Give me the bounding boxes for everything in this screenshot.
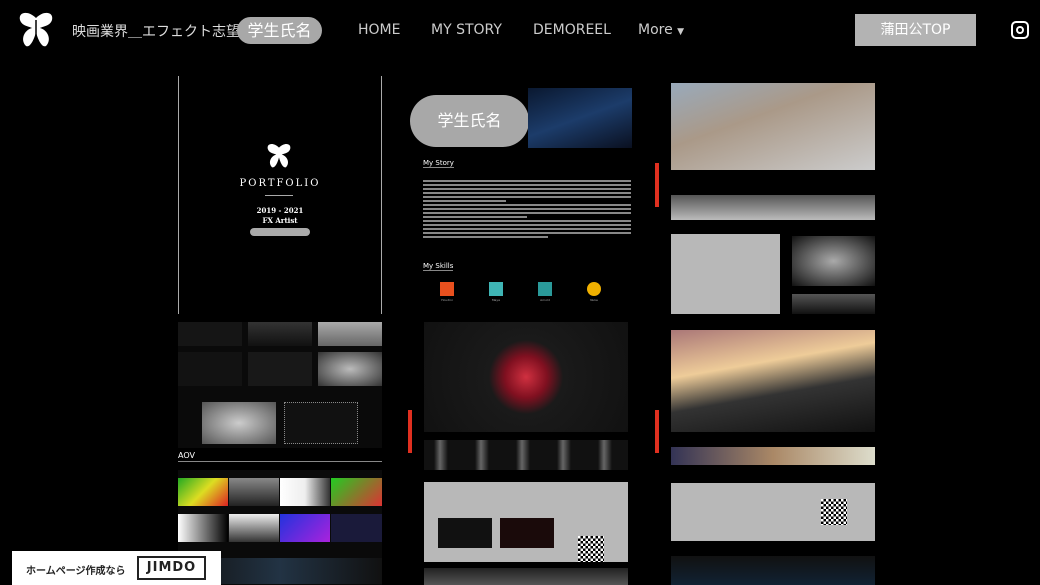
fx-thumbnail-grid xyxy=(178,322,382,448)
particle-render xyxy=(792,236,875,286)
nav-home[interactable]: HOME xyxy=(358,22,400,38)
debris-sequence xyxy=(671,195,875,220)
nav-demoreel[interactable]: DEMOREEL xyxy=(533,22,611,38)
arnold-icon xyxy=(538,282,552,296)
cover-role: FX Artist xyxy=(262,216,298,225)
project-sheet xyxy=(424,482,628,562)
skill-label: Nuke xyxy=(590,298,598,302)
instagram-icon[interactable] xyxy=(1011,21,1029,39)
cover-title: PORTFOLIO xyxy=(239,178,321,189)
my-story-text xyxy=(423,178,631,240)
caret-down-icon: ▼ xyxy=(677,27,685,37)
aov-label: AOV xyxy=(178,451,195,460)
my-story-heading: My Story xyxy=(423,159,454,168)
jimdo-text: ホームページ作成なら xyxy=(26,566,126,577)
accent-bar xyxy=(655,163,659,207)
cover-bar xyxy=(250,228,310,236)
divider xyxy=(265,195,293,196)
skill-label: Houdini xyxy=(441,298,453,302)
accent-bar xyxy=(408,410,412,453)
qr-code-icon xyxy=(578,536,604,562)
nav-more-label: More xyxy=(638,22,673,38)
student-name-badge[interactable]: 学生氏名 xyxy=(237,17,322,44)
skull-sequence xyxy=(424,440,628,470)
my-skills-heading: My Skills xyxy=(423,262,454,271)
nav-my-story[interactable]: MY STORY xyxy=(431,22,502,38)
project-sheet xyxy=(671,483,875,541)
jimdo-banner[interactable]: ホームページ作成なら JIMDO xyxy=(12,551,221,585)
nav-more[interactable]: More ▼ xyxy=(638,22,684,38)
divider xyxy=(178,461,382,462)
jimdo-logo: JIMDO xyxy=(137,556,206,580)
nuke-icon xyxy=(587,282,601,296)
fx-banner-image xyxy=(528,88,632,148)
top-page-button[interactable]: 蒲田公TOP xyxy=(855,14,976,46)
particle-render xyxy=(792,294,875,314)
next-image xyxy=(671,556,875,585)
skill-label: Maya xyxy=(491,298,501,302)
portfolio-cover: PORTFOLIO 2019 - 2021 FX Artist xyxy=(178,76,382,314)
site-title[interactable]: 映画業界＿エフェクト志望 xyxy=(72,21,240,41)
cover-years: 2019 - 2021 xyxy=(256,206,304,215)
accent-bar xyxy=(655,410,659,453)
tank-image xyxy=(424,568,628,585)
butterfly-logo-icon xyxy=(267,144,291,168)
site-header: 映画業界＿エフェクト志望 学生氏名 HOME MY STORY DEMOREEL… xyxy=(0,0,1040,60)
debris-render xyxy=(671,83,875,170)
aircraft-sequence xyxy=(671,447,875,465)
skill-label: Arnold xyxy=(540,298,550,302)
aircraft-render xyxy=(671,330,875,432)
houdini-icon xyxy=(440,282,454,296)
maya-icon xyxy=(489,282,503,296)
butterfly-logo-icon[interactable] xyxy=(16,10,56,50)
skull-render xyxy=(424,322,628,432)
student-name-pill: 学生氏名 xyxy=(410,95,529,147)
project-sheet xyxy=(671,234,780,314)
qr-code-icon xyxy=(821,499,847,525)
